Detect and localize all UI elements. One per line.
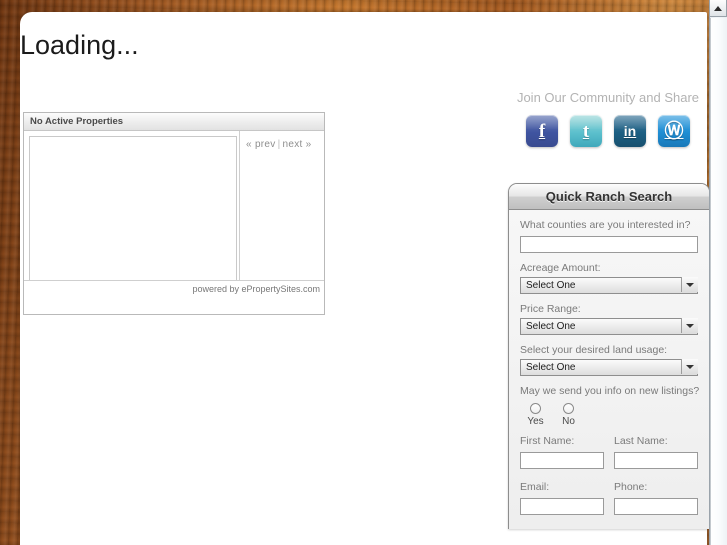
quick-ranch-search-title: Quick Ranch Search [545,189,673,204]
next-page-link[interactable]: next » [283,139,312,150]
properties-widget-body: « prev | next » powered by ePropertySites.… [24,131,324,297]
chevron-down-icon [681,359,698,374]
price-range-label: Price Range: [520,303,581,315]
page-title: Loading... [20,30,139,60]
email-label: Email: [520,481,550,493]
scrollbar-track[interactable] [710,18,727,545]
radio-circle-icon [530,403,541,414]
prev-page-link[interactable]: « prev [246,139,276,150]
radio-circle-icon [563,403,574,414]
scroll-up-arrow-icon[interactable] [710,0,727,17]
wordpress-glyph: Ⓦ [664,120,684,142]
properties-pager: « prev | next » [246,139,312,150]
acreage-select-value: Select One [520,277,698,294]
wordpress-icon[interactable]: Ⓦ [658,115,690,147]
last-name-field-group: Last Name: [614,435,698,473]
name-fields-row: First Name: Last Name: [520,435,698,473]
quick-ranch-search-form: What counties are you interested in? Acr… [509,210,709,529]
first-name-field-group: First Name: [520,435,604,473]
quick-ranch-search-panel: Quick Ranch Search What counties are you… [508,183,710,529]
chevron-down-icon [681,277,698,292]
land-usage-label: Select your desired land usage: [520,344,668,356]
counties-label: What counties are you interested in? [520,219,691,231]
email-field-group: Email: [520,481,604,519]
price-range-select-value: Select One [520,318,698,335]
twitter-icon[interactable]: t [570,115,602,147]
new-listings-no-label: No [562,416,575,427]
properties-widget-header: No Active Properties [24,113,324,131]
new-listings-label: May we send you info on new listings? [520,385,700,397]
community-heading: Join Our Community and Share [516,90,700,105]
vertical-scrollbar[interactable] [709,0,727,545]
social-icon-row: f t in Ⓦ [508,115,708,147]
phone-label: Phone: [614,481,648,493]
linkedin-glyph: in [623,123,637,139]
land-usage-select[interactable]: Select One [520,359,698,376]
acreage-label: Acreage Amount: [520,262,601,274]
new-listings-radio-no[interactable]: No [557,403,580,427]
twitter-glyph: t [582,120,590,142]
quick-ranch-search-header: Quick Ranch Search [509,184,709,210]
facebook-glyph: f [538,120,546,142]
powered-by-text: powered by ePropertySites.com [192,284,320,294]
last-name-input[interactable] [614,452,698,469]
property-listing-area [29,136,237,291]
properties-widget-footer: powered by ePropertySites.com [24,280,324,297]
phone-field-group: Phone: [614,481,698,519]
facebook-icon[interactable]: f [526,115,558,147]
pager-separator: | [277,139,281,150]
land-usage-select-value: Select One [520,359,698,376]
properties-divider [239,131,240,297]
contact-fields-row: Email: Phone: [520,481,698,519]
counties-input[interactable] [520,236,698,253]
properties-widget: No Active Properties « prev | next » power… [23,112,325,315]
new-listings-radio-yes[interactable]: Yes [524,403,547,427]
first-name-input[interactable] [520,452,604,469]
first-name-label: First Name: [520,435,575,447]
price-range-select[interactable]: Select One [520,318,698,335]
email-input[interactable] [520,498,604,515]
last-name-label: Last Name: [614,435,668,447]
new-listings-yes-label: Yes [527,416,544,427]
linkedin-icon[interactable]: in [614,115,646,147]
sidebar: Join Our Community and Share f t in Ⓦ [508,90,708,147]
new-listings-radio-group: Yes No [520,403,698,427]
acreage-select[interactable]: Select One [520,277,698,294]
chevron-down-icon [681,318,698,333]
phone-input[interactable] [614,498,698,515]
properties-widget-title: No Active Properties [30,116,124,127]
